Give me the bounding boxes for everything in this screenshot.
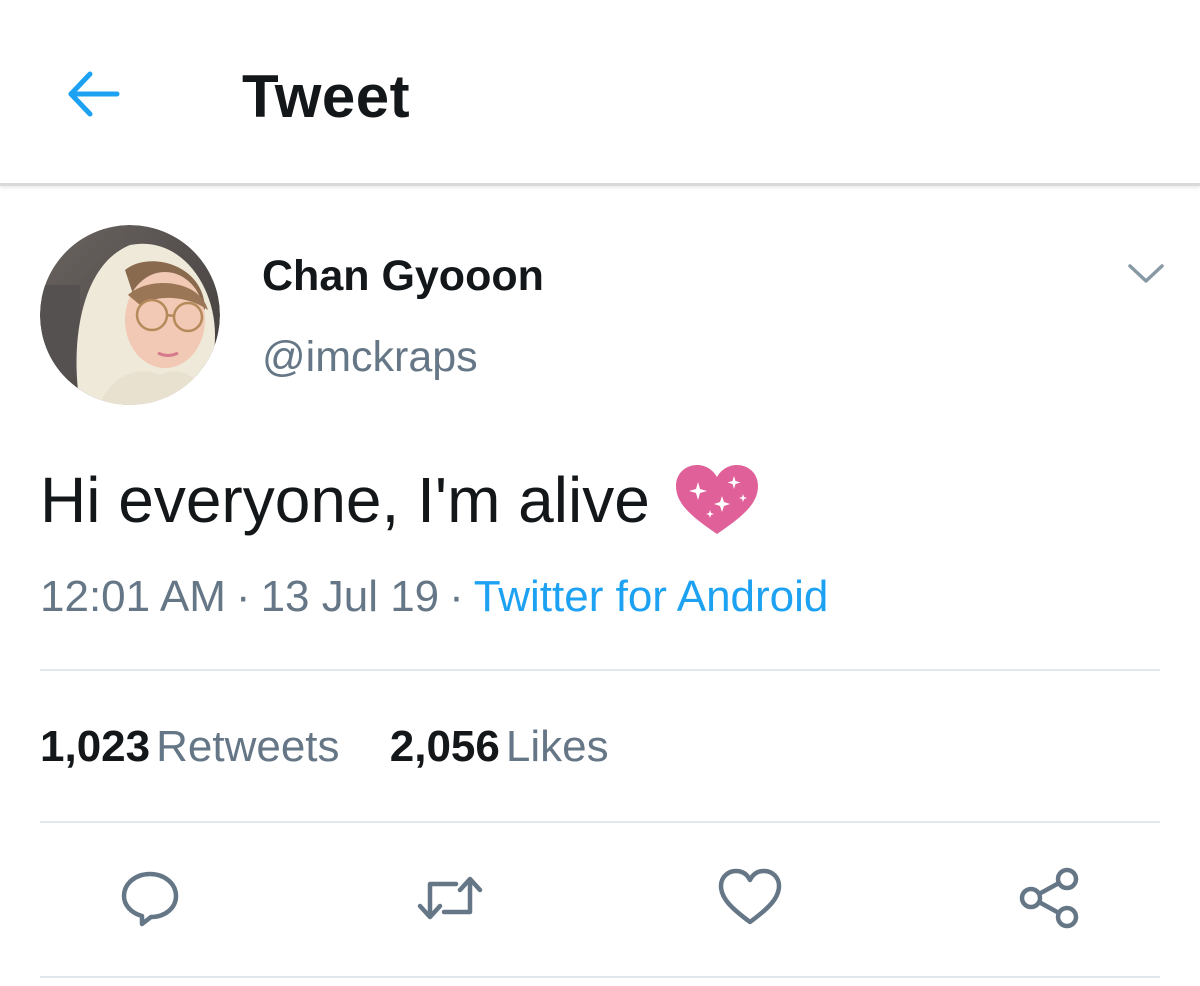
retweet-icon <box>417 876 483 920</box>
tweet-source-link[interactable]: Twitter for Android <box>474 572 829 621</box>
like-icon <box>718 868 782 925</box>
likes-label: Likes <box>505 722 609 771</box>
divider <box>40 669 1160 671</box>
retweets-count: 1,023 <box>40 722 151 771</box>
divider <box>40 976 1160 978</box>
back-button[interactable] <box>58 64 128 124</box>
tweet-stats: 1,023 Retweets 2,056 Likes <box>40 722 647 772</box>
sparkling-heart-icon <box>675 465 758 534</box>
meta-separator: · <box>235 572 251 621</box>
likes-stat[interactable]: 2,056 Likes <box>390 722 609 772</box>
top-app-bar: Tweet <box>0 0 1200 186</box>
avatar[interactable] <box>40 225 220 405</box>
author-handle[interactable]: @imckraps <box>262 333 478 382</box>
divider <box>40 821 1160 823</box>
retweets-stat[interactable]: 1,023 Retweets <box>40 722 340 772</box>
like-button[interactable] <box>714 862 786 934</box>
author-display-name[interactable]: Chan Gyooon <box>262 252 544 301</box>
tweet-time: 12:01 AM <box>40 572 226 621</box>
page-title: Tweet <box>242 63 411 130</box>
reply-button[interactable] <box>114 862 186 934</box>
retweet-button[interactable] <box>414 862 486 934</box>
meta-separator: · <box>449 572 464 621</box>
share-icon <box>1019 867 1079 929</box>
tweet-date: 13 Jul 19 <box>260 572 440 621</box>
tweet-text: Hi everyone, I'm alive <box>40 462 762 538</box>
retweets-label: Retweets <box>156 722 340 771</box>
share-button[interactable] <box>1014 862 1086 934</box>
tweet-meta: 12:01 AM · 13 Jul 19 · Twitter for Android <box>40 572 828 622</box>
likes-count: 2,056 <box>389 722 500 771</box>
more-options-button[interactable] <box>1122 254 1170 294</box>
arrow-left-icon <box>68 71 120 117</box>
chevron-down-icon <box>1128 264 1164 283</box>
tweet-text-content: Hi everyone, I'm alive <box>40 464 650 536</box>
avatar-image <box>40 225 220 405</box>
reply-icon <box>121 871 179 927</box>
